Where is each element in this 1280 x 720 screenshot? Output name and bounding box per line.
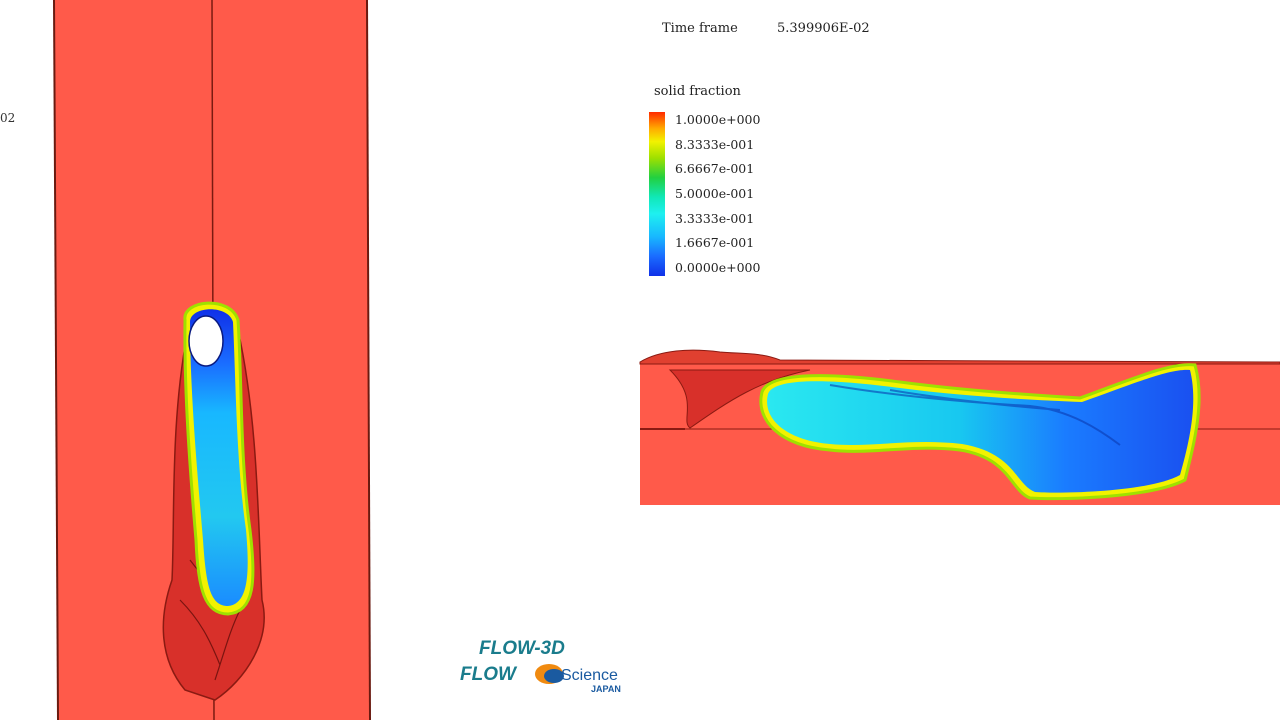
logo-science-text: Science xyxy=(561,667,618,684)
legend-tick: 3.3333e-001 xyxy=(675,211,755,226)
logo-flow-text: FLOW xyxy=(460,664,518,685)
legend-tick: 5.0000e-001 xyxy=(675,186,755,201)
flow-science-logo: FLOW-3D FLOW Science JAPAN xyxy=(460,638,621,694)
logo-flow3d-text: FLOW-3D xyxy=(479,638,565,659)
side-view-deposit xyxy=(639,349,1280,365)
legend-tick: 6.6667e-001 xyxy=(675,161,755,176)
top-view-render xyxy=(53,0,371,720)
legend-tick: 1.6667e-001 xyxy=(675,235,755,250)
legend-tick: 1.0000e+000 xyxy=(675,112,761,127)
edge-label-fragment: 02 xyxy=(0,111,16,125)
legend-color-bar xyxy=(649,112,665,276)
logo-japan-text: JAPAN xyxy=(591,684,621,694)
legend-tick: 8.3333e-001 xyxy=(675,137,755,152)
side-view-render xyxy=(639,349,1280,505)
top-view-void xyxy=(188,315,224,367)
legend-title: solid fraction xyxy=(654,84,741,99)
time-frame-value: 5.399906E-02 xyxy=(777,21,870,36)
time-frame-label: Time frame xyxy=(662,21,738,36)
legend-tick: 0.0000e+000 xyxy=(675,260,761,275)
